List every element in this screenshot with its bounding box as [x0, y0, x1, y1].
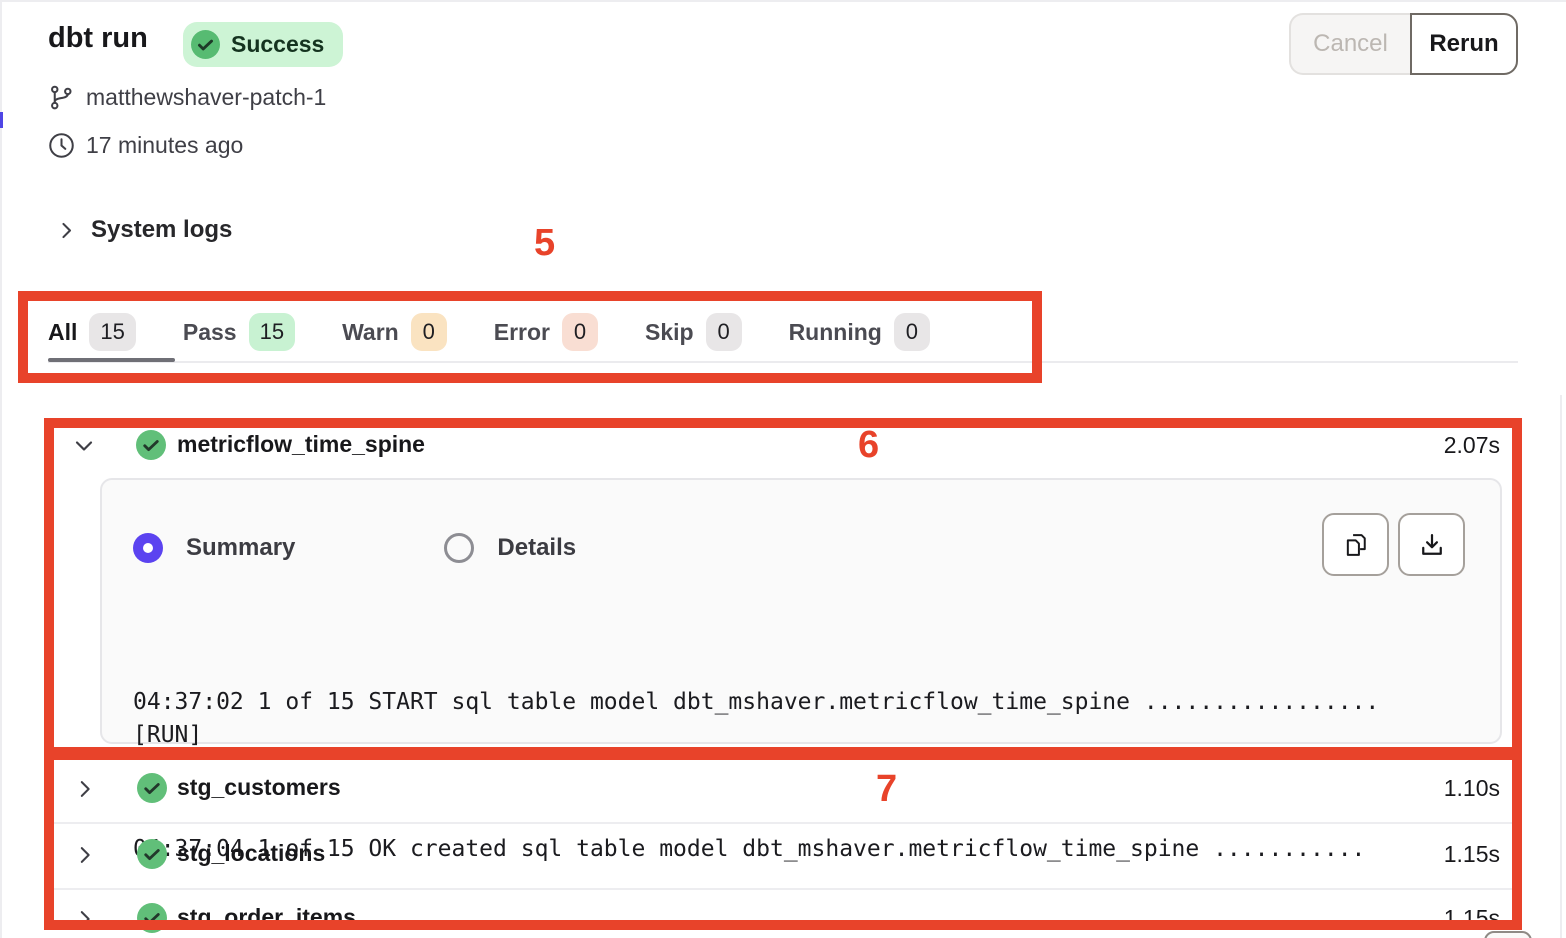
annotation-number-5: 5: [534, 222, 555, 265]
chevron-right-icon[interactable]: [74, 844, 98, 868]
table-row-name[interactable]: stg_locations: [177, 840, 325, 867]
dbt-run-page: dbt run Success Cancel Rerun matthewshav…: [0, 0, 1566, 938]
branch-name: matthewshaver-patch-1: [86, 84, 326, 111]
details-radio[interactable]: [444, 533, 474, 563]
summary-radio[interactable]: [133, 533, 163, 563]
cancel-button[interactable]: Cancel: [1289, 13, 1410, 75]
model-success-icon: [136, 430, 166, 460]
model-duration: 2.07s: [1300, 432, 1500, 459]
copy-icon: [1342, 531, 1370, 559]
model-success-icon: [137, 903, 167, 933]
table-row-duration: 1.15s: [1300, 841, 1500, 868]
tab-pass[interactable]: Pass 15: [183, 313, 295, 351]
status-badge: Success: [183, 22, 343, 67]
status-tabs: All 15 Pass 15 Warn 0 Error 0 Skip 0 Run…: [48, 305, 930, 359]
chevron-right-icon[interactable]: [74, 908, 98, 932]
right-edge-divider: [1560, 395, 1562, 938]
log-entry: 04:37:02 1 of 15 START sql table model d…: [133, 686, 1433, 752]
system-logs-toggle[interactable]: System logs: [56, 216, 232, 244]
row-divider: [48, 888, 1518, 890]
table-row-name[interactable]: stg_customers: [177, 774, 341, 801]
download-log-button[interactable]: [1398, 513, 1465, 576]
details-radio-label[interactable]: Details: [497, 534, 576, 562]
git-branch-icon: [48, 84, 75, 111]
annotation-number-6: 6: [858, 424, 879, 467]
tab-skip[interactable]: Skip 0: [645, 313, 742, 351]
copy-log-button[interactable]: [1322, 513, 1389, 576]
tab-all[interactable]: All 15: [48, 313, 136, 351]
row-divider: [48, 822, 1518, 824]
run-actions: Cancel Rerun: [1289, 13, 1518, 75]
tab-skip-count: 0: [706, 313, 742, 351]
clock-icon: [48, 132, 75, 159]
tab-running[interactable]: Running 0: [789, 313, 930, 351]
tab-error[interactable]: Error 0: [494, 313, 598, 351]
model-name[interactable]: metricflow_time_spine: [177, 431, 425, 458]
tab-warn[interactable]: Warn 0: [342, 313, 447, 351]
page-title: dbt run: [48, 22, 148, 55]
chevron-down-icon[interactable]: [72, 434, 96, 458]
table-row-duration: 1.15s: [1300, 905, 1500, 932]
chevron-right-icon: [56, 220, 77, 241]
download-icon: [1418, 531, 1446, 559]
floating-widget-partial[interactable]: [1484, 931, 1532, 938]
model-success-icon: [137, 773, 167, 803]
tab-error-count: 0: [562, 313, 598, 351]
top-divider: [0, 0, 1566, 2]
branch-row: matthewshaver-patch-1: [48, 84, 326, 111]
table-row-duration: 1.10s: [1300, 775, 1500, 802]
summary-radio-label[interactable]: Summary: [186, 534, 295, 562]
sidebar-active-indicator: [0, 112, 3, 128]
system-logs-label: System logs: [91, 216, 232, 244]
tab-pass-count: 15: [249, 313, 295, 351]
table-row-name[interactable]: stg_order_items: [177, 904, 356, 931]
annotation-number-7: 7: [876, 768, 897, 811]
chevron-right-icon[interactable]: [74, 778, 98, 802]
status-badge-label: Success: [231, 31, 324, 58]
tab-running-count: 0: [894, 313, 930, 351]
log-entry: 04:37:04 1 of 15 OK created sql table mo…: [133, 833, 1433, 866]
tab-warn-count: 0: [411, 313, 447, 351]
rerun-button[interactable]: Rerun: [1410, 13, 1518, 75]
time-ago-label: 17 minutes ago: [86, 132, 243, 159]
tabs-bottom-border: [48, 361, 1518, 363]
tab-all-count: 15: [89, 313, 135, 351]
model-success-icon: [137, 839, 167, 869]
success-check-icon: [191, 30, 220, 59]
time-row: 17 minutes ago: [48, 132, 243, 159]
left-edge-divider: [0, 0, 2, 938]
log-view-radios: Summary Details: [133, 533, 576, 563]
